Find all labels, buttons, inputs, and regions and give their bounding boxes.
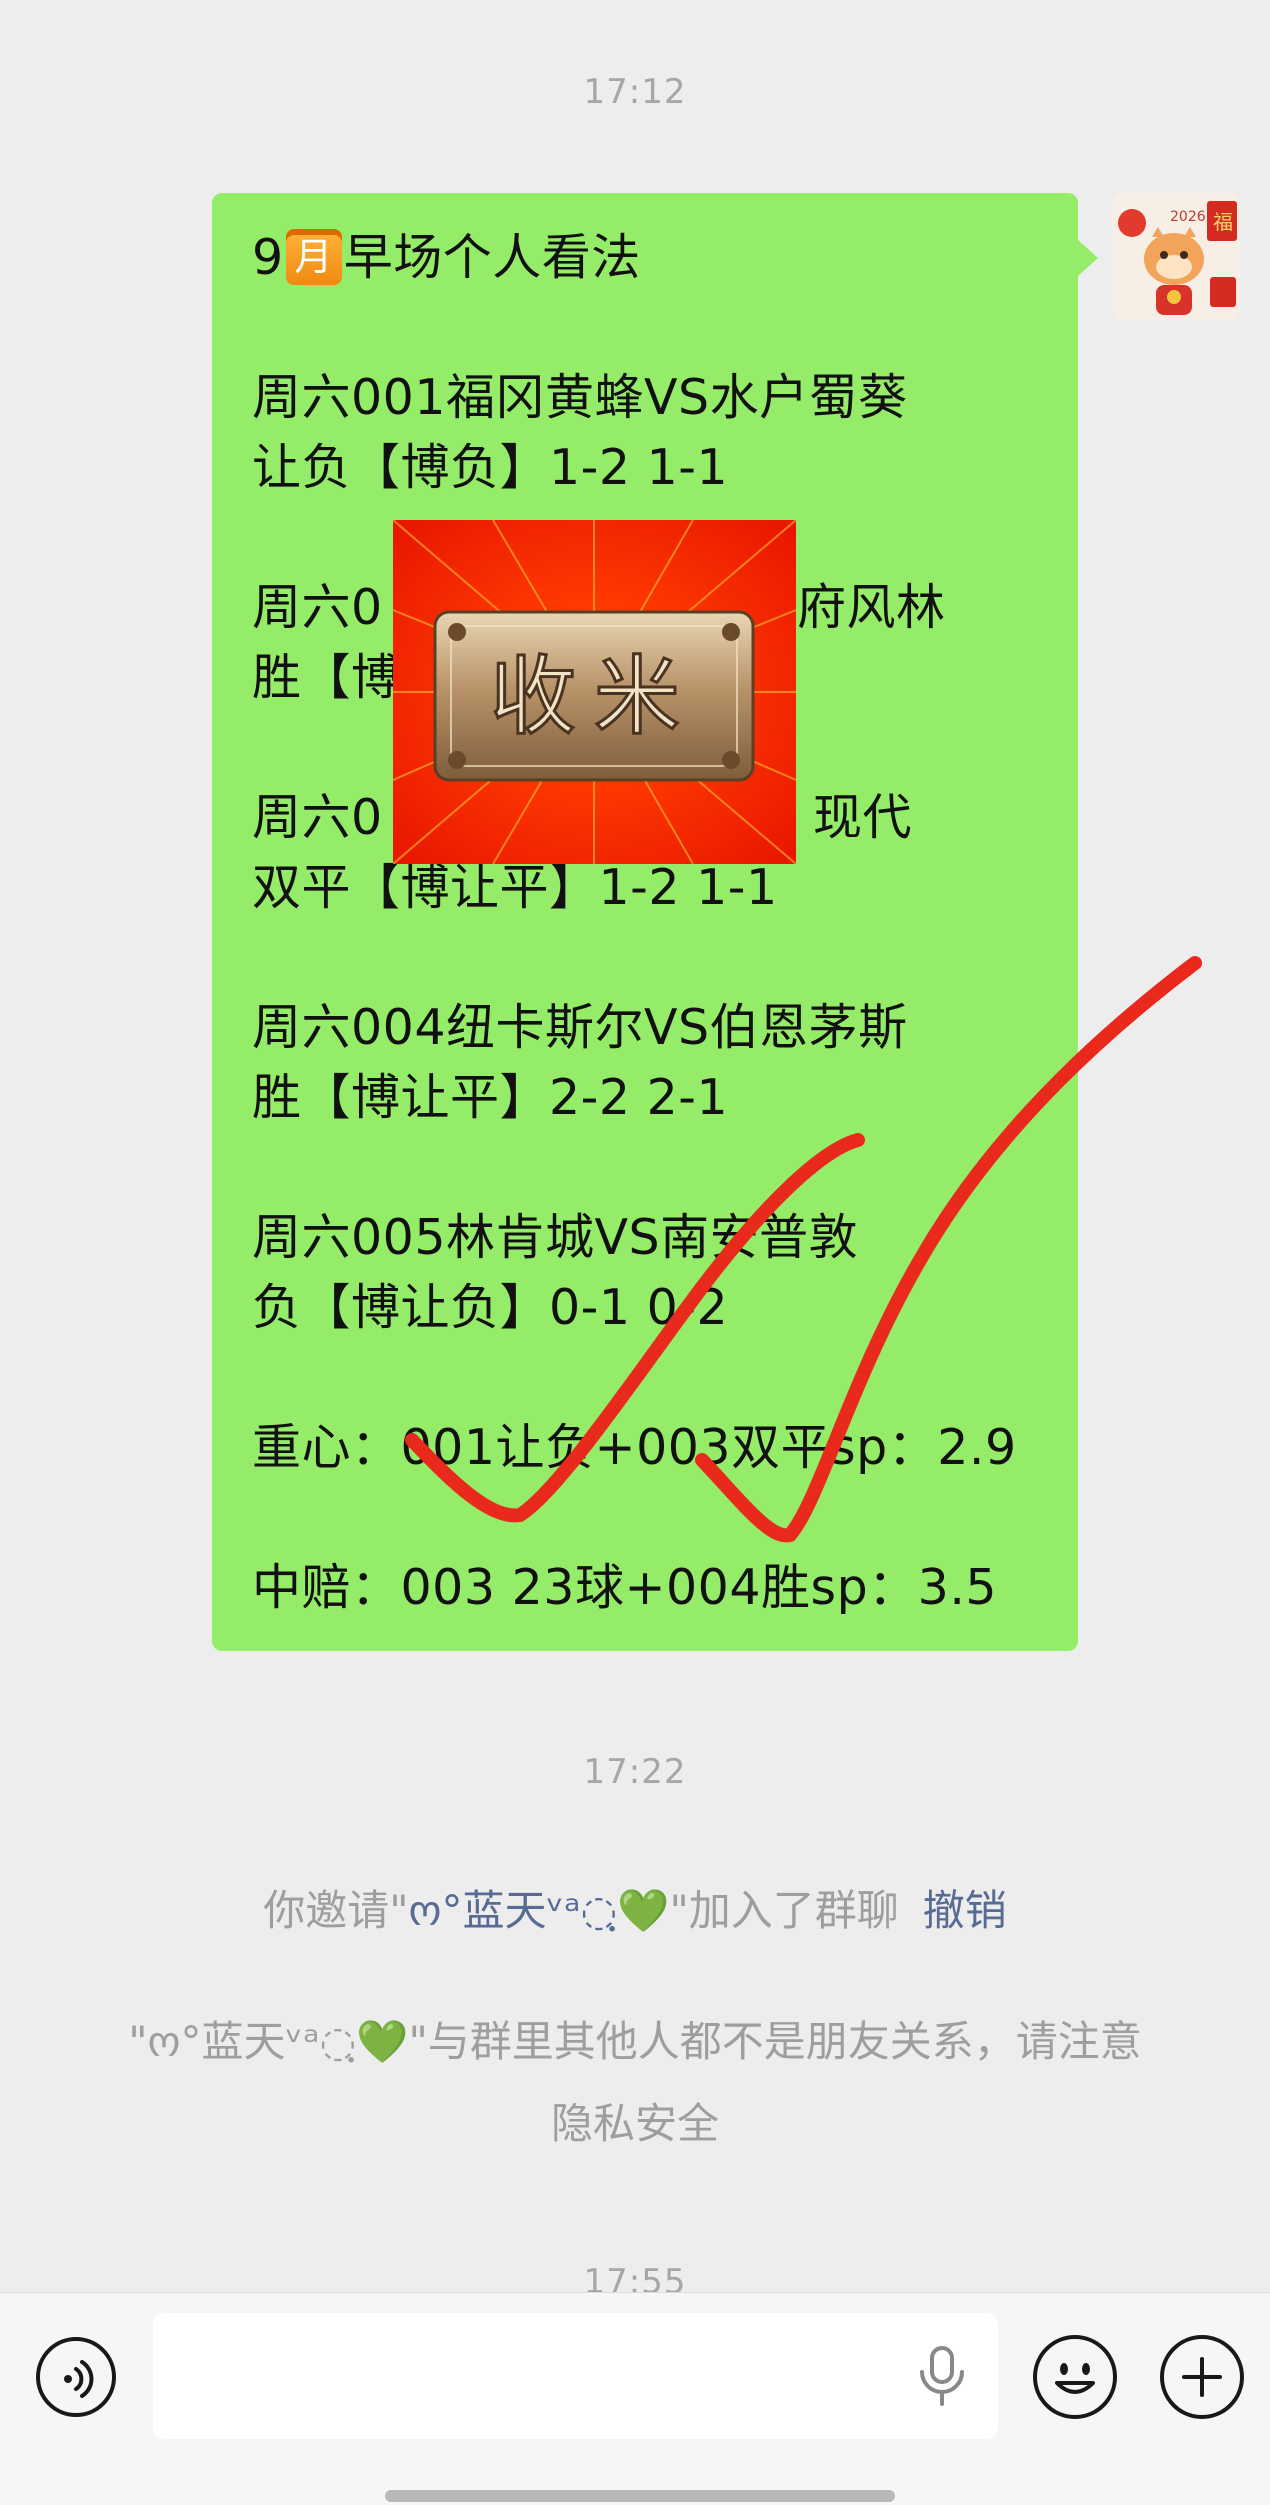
match-line: 周六0	[252, 789, 383, 846]
odds-line: 中赔：003 23球+004胜sp：3.5	[252, 1559, 998, 1616]
match-line-tail: 府风林	[797, 579, 946, 636]
invited-user-name[interactable]: ო°蓝天ᵛᵃ◌ฺ💚	[409, 1886, 670, 1935]
avatar-fu-char: 福	[1213, 210, 1233, 234]
title-prefix: 9	[252, 229, 284, 286]
microphone-icon[interactable]	[914, 2344, 970, 2408]
timestamp: 17:22	[583, 1752, 687, 1792]
invite-prefix: 你邀请"	[263, 1886, 409, 1935]
emoji-button[interactable]	[1033, 2335, 1117, 2419]
timestamp: 17:12	[583, 72, 687, 112]
pick-line: 胜【博	[252, 649, 401, 706]
match-line: 周六0	[252, 579, 383, 636]
voice-toggle-button[interactable]	[36, 2337, 116, 2417]
pick-line: 双平【博让平】1-2 1-1	[252, 859, 778, 916]
title-suffix: 早场个人看法	[343, 229, 641, 286]
avatar-year: 2026	[1170, 209, 1206, 225]
invite-notice: 你邀请"ო°蓝天ᵛᵃ◌ฺ💚"加入了群聊 撤销	[0, 1883, 1270, 1939]
match-line-tail: 现代	[813, 789, 913, 846]
focus-line: 重心：001让负+003双平sp：2.9	[252, 1419, 1017, 1476]
match-line: 周六004纽卡斯尔VS伯恩茅斯	[252, 999, 908, 1056]
privacy-notice-line-1: "ო°蓝天ᵛᵃ◌ฺ💚"与群里其他人都不是朋友关系，请注意	[128, 2017, 1142, 2066]
avatar[interactable]: 2026 福	[1112, 193, 1240, 321]
pick-line: 负【博让负】0-1 0-2	[252, 1279, 729, 1336]
voice-toggle-icon	[64, 2360, 94, 2398]
message-input[interactable]	[153, 2313, 998, 2439]
shoumi-stamp-image: 收米	[393, 520, 796, 864]
bubble-tail	[1078, 240, 1098, 276]
home-indicator[interactable]	[385, 2490, 895, 2502]
invite-suffix: "加入了群聊	[669, 1886, 899, 1935]
cartoon-tiger-avatar-icon: 2026 福	[1112, 193, 1240, 321]
match-line: 周六005林肯城VS南安普敦	[252, 1209, 859, 1266]
plus-icon	[1182, 2357, 1222, 2397]
pick-line: 让负【博负】1-2 1-1	[252, 439, 729, 496]
emoji-icon	[1055, 2363, 1095, 2394]
match-line: 周六001福冈黄蜂VS水户蜀葵	[252, 369, 908, 426]
privacy-notice-line-2: 隐私安全	[550, 2099, 719, 2148]
more-actions-button[interactable]	[1160, 2335, 1244, 2419]
message-title: 9 月早场个人看法	[252, 227, 641, 293]
pick-line: 胜【博让平】2-2 2-1	[252, 1069, 729, 1126]
stamp-text: 收米	[490, 647, 698, 747]
revoke-link[interactable]: 撤销	[923, 1886, 1007, 1935]
month-badge-icon: 月	[285, 228, 342, 285]
